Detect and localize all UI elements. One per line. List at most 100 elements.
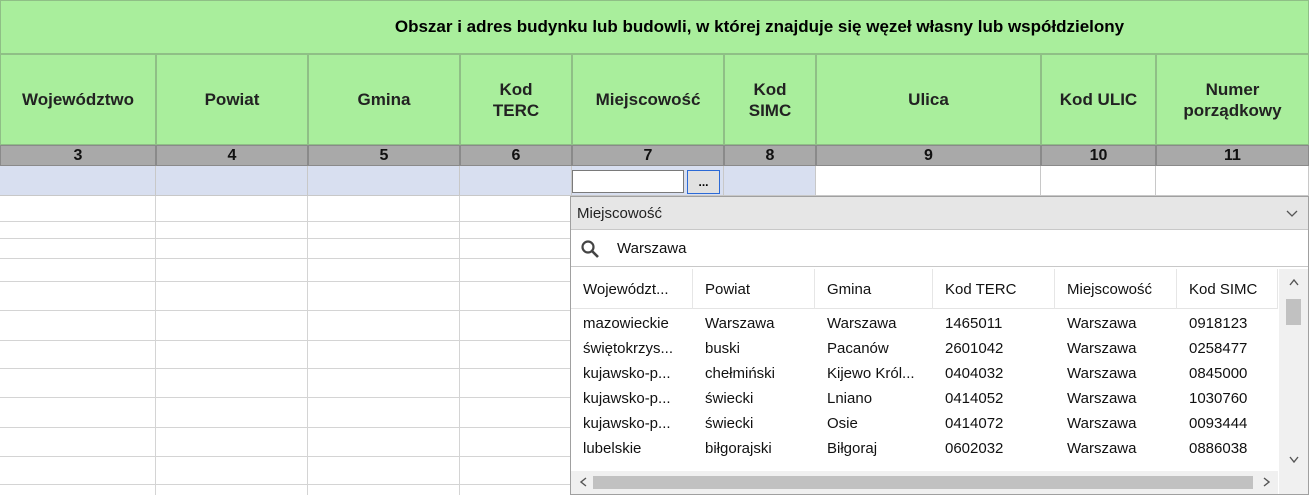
col-number: 5 bbox=[308, 145, 460, 166]
results-col-header[interactable]: Gmina bbox=[815, 269, 933, 309]
result-cell: kujawsko-p... bbox=[583, 390, 671, 407]
col-header-miejscowosc[interactable]: Miejscowość bbox=[572, 54, 724, 145]
result-cell: kujawsko-p... bbox=[583, 415, 671, 432]
result-cell: Lniano bbox=[827, 390, 873, 407]
grid-row-line bbox=[0, 484, 570, 485]
col-header-label: Numer porządkowy bbox=[1183, 79, 1282, 120]
lookup-results-table: Województ... Powiat Gmina Kod TERC Miejs… bbox=[571, 269, 1278, 469]
col-header-label: Powiat bbox=[204, 90, 260, 109]
grid-row-line bbox=[0, 238, 570, 239]
result-cell: 0886038 bbox=[1189, 440, 1248, 457]
result-row[interactable]: kujawsko-p... świecki Lniano 0414052 War… bbox=[571, 386, 1278, 411]
grid-cell[interactable] bbox=[724, 166, 816, 196]
grid-cell[interactable] bbox=[1156, 166, 1309, 196]
grid-row-line bbox=[0, 368, 570, 369]
result-cell: biłgorajski bbox=[705, 440, 772, 457]
col-header-kod-terc[interactable]: Kod TERC bbox=[460, 54, 572, 145]
result-row[interactable]: kujawsko-p... chełmiński Kijewo Król... … bbox=[571, 361, 1278, 386]
scroll-down-icon[interactable] bbox=[1279, 450, 1308, 468]
col-number: 7 bbox=[572, 145, 724, 166]
results-col-header[interactable]: Województ... bbox=[571, 269, 693, 309]
result-cell: 0404032 bbox=[945, 365, 1004, 382]
result-cell: Warszawa bbox=[827, 315, 897, 332]
col-header-numer-porzadkowy[interactable]: Numer porządkowy bbox=[1156, 54, 1309, 145]
result-cell: 1465011 bbox=[945, 315, 1003, 332]
lookup-header[interactable]: Miejscowość bbox=[571, 197, 1308, 230]
result-row[interactable]: lubelskie biłgorajski Biłgoraj 0602032 W… bbox=[571, 436, 1278, 461]
result-cell: lubelskie bbox=[583, 440, 642, 457]
grid-col-line bbox=[155, 196, 156, 495]
result-cell: Warszawa bbox=[1067, 390, 1137, 407]
lookup-search-box[interactable]: Warszawa bbox=[571, 231, 1308, 267]
result-cell: Warszawa bbox=[1067, 440, 1137, 457]
result-cell: chełmiński bbox=[705, 365, 776, 382]
results-col-header[interactable]: Powiat bbox=[693, 269, 815, 309]
miejscowosc-lookup-dropdown[interactable]: Miejscowość Warszawa Województ... Powiat… bbox=[570, 196, 1309, 495]
col-number: 6 bbox=[460, 145, 572, 166]
result-cell: 0258477 bbox=[1189, 340, 1248, 357]
grid-cell[interactable] bbox=[0, 166, 156, 196]
col-header-gmina[interactable]: Gmina bbox=[308, 54, 460, 145]
result-cell: Warszawa bbox=[705, 315, 775, 332]
result-cell: mazowieckie bbox=[583, 315, 669, 332]
scroll-up-icon[interactable] bbox=[1279, 273, 1308, 291]
result-cell: świętokrzys... bbox=[583, 340, 674, 357]
col-header-powiat[interactable]: Powiat bbox=[156, 54, 308, 145]
result-row[interactable]: kujawsko-p... świecki Osie 0414072 Warsz… bbox=[571, 411, 1278, 436]
col-header-label: Kod ULIC bbox=[1059, 90, 1138, 109]
grid-row-line bbox=[0, 310, 570, 311]
result-cell: Warszawa bbox=[1067, 315, 1137, 332]
result-cell: 0414052 bbox=[945, 390, 1004, 407]
result-cell: Osie bbox=[827, 415, 858, 432]
col-header-label: Ulica bbox=[908, 90, 949, 109]
result-cell: 0918123 bbox=[1189, 315, 1248, 332]
grid-cell[interactable] bbox=[1041, 166, 1156, 196]
scroll-right-icon[interactable] bbox=[1256, 471, 1276, 494]
col-number: 10 bbox=[1041, 145, 1156, 166]
col-header-ulica[interactable]: Ulica bbox=[816, 54, 1041, 145]
grid-row-line bbox=[0, 221, 570, 222]
result-cell: 2601042 bbox=[945, 340, 1004, 357]
result-cell: Warszawa bbox=[1067, 415, 1137, 432]
group-header-label: Obszar i adres budynku lub budowli, w kt… bbox=[394, 17, 1125, 36]
horizontal-scrollbar[interactable] bbox=[571, 471, 1278, 494]
search-input[interactable]: Warszawa bbox=[617, 231, 686, 267]
col-header-kod-ulic[interactable]: Kod ULIC bbox=[1041, 54, 1156, 145]
grid-row-line bbox=[0, 427, 570, 428]
grid-cell[interactable] bbox=[460, 166, 572, 196]
grid-cell[interactable] bbox=[308, 166, 460, 196]
col-header-label: Kod SIMC bbox=[748, 79, 792, 120]
col-header-wojewodztwo[interactable]: Województwo bbox=[0, 54, 156, 145]
result-cell: Warszawa bbox=[1067, 365, 1137, 382]
col-number: 9 bbox=[816, 145, 1041, 166]
grid-row-line bbox=[0, 397, 570, 398]
chevron-down-icon[interactable] bbox=[1282, 197, 1302, 230]
result-row[interactable]: mazowieckie Warszawa Warszawa 1465011 Wa… bbox=[571, 311, 1278, 336]
results-col-header[interactable]: Kod TERC bbox=[933, 269, 1055, 309]
col-header-kod-simc[interactable]: Kod SIMC bbox=[724, 54, 816, 145]
horizontal-scroll-thumb[interactable] bbox=[593, 476, 1253, 489]
browse-button[interactable]: ... bbox=[687, 170, 720, 194]
result-cell: 0414072 bbox=[945, 415, 1004, 432]
scroll-left-icon[interactable] bbox=[573, 471, 593, 494]
grid-row-line bbox=[0, 258, 570, 259]
results-col-header[interactable]: Miejscowość bbox=[1055, 269, 1177, 309]
result-cell: 0602032 bbox=[945, 440, 1004, 457]
result-cell: buski bbox=[705, 340, 741, 357]
col-header-label: Gmina bbox=[357, 90, 411, 109]
search-icon bbox=[581, 240, 599, 258]
result-cell: Pacanów bbox=[827, 340, 889, 357]
result-cell: 0845000 bbox=[1189, 365, 1248, 382]
col-header-label: Kod TERC bbox=[492, 79, 540, 120]
result-row[interactable]: świętokrzys... buski Pacanów 2601042 War… bbox=[571, 336, 1278, 361]
miejscowosc-input[interactable] bbox=[572, 170, 684, 193]
results-col-header[interactable]: Kod SIMC bbox=[1177, 269, 1278, 309]
col-header-label: Miejscowość bbox=[595, 90, 701, 109]
grid-cell[interactable] bbox=[816, 166, 1041, 196]
col-header-label: Województwo bbox=[21, 90, 135, 109]
grid-row-line bbox=[0, 340, 570, 341]
vertical-scrollbar[interactable] bbox=[1279, 269, 1308, 472]
grid-cell[interactable] bbox=[156, 166, 308, 196]
vertical-scroll-thumb[interactable] bbox=[1286, 299, 1301, 325]
result-cell: 0093444 bbox=[1189, 415, 1248, 432]
